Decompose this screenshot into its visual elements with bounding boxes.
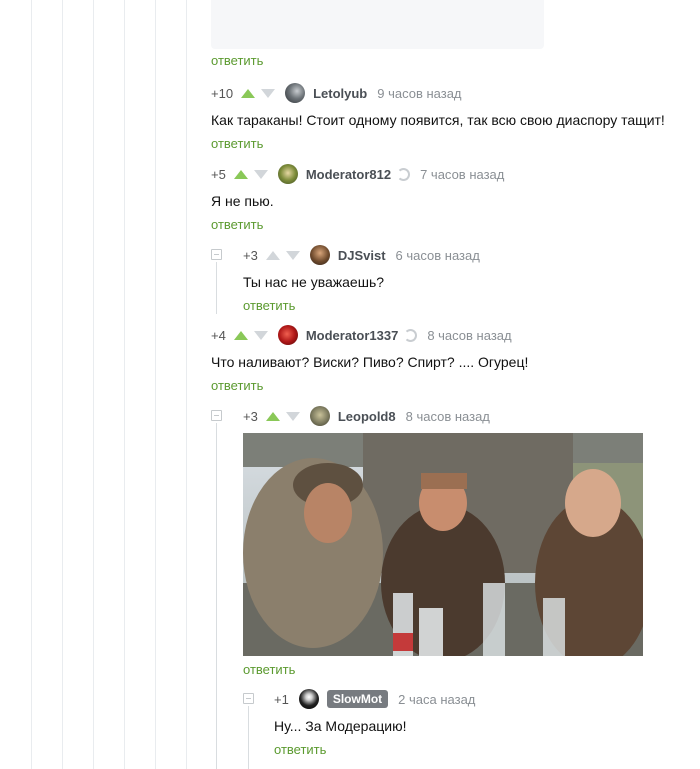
comment-header: +4 Moderator1337 8 часов назад	[211, 324, 528, 346]
comment-text: Ты нас не уважаешь?	[243, 274, 385, 290]
arrow-up-icon[interactable]	[241, 88, 256, 98]
arrow-up-icon[interactable]	[233, 330, 248, 340]
thread-guide-line	[124, 0, 125, 769]
reply-link[interactable]: ответить	[243, 662, 643, 680]
avatar[interactable]	[285, 83, 306, 103]
comment-time[interactable]: 6 часов назад	[396, 248, 480, 263]
comment-time[interactable]: 8 часов назад	[427, 328, 511, 343]
thread-guide-line	[155, 0, 156, 769]
comment-time[interactable]: 7 часов назад	[420, 167, 504, 182]
arrow-down-icon[interactable]	[253, 169, 268, 179]
username[interactable]: Moderator812	[306, 167, 391, 182]
comment-header: +10 Letolyub 9 часов назад	[211, 82, 665, 104]
minus-square-icon[interactable]	[211, 410, 222, 421]
username[interactable]: Leopold8	[338, 409, 396, 424]
reply-link[interactable]: ответить	[274, 742, 475, 760]
comment-rating: +3	[243, 408, 258, 424]
comment-header: +3 DJSvist 6 часов назад	[243, 244, 480, 266]
thread-line	[216, 423, 217, 769]
comment-4: +4 Moderator1337 8 часов назад Что налив…	[211, 324, 528, 396]
comment-text: Что наливают? Виски? Пиво? Спирт? .... О…	[211, 354, 529, 370]
previous-comment-image	[211, 0, 544, 49]
thread-line	[248, 706, 249, 769]
username[interactable]: Letolyub	[313, 86, 367, 101]
thread-guide-line	[93, 0, 94, 769]
minus-square-icon[interactable]	[243, 693, 254, 704]
comment-6: +1 SlowMot 2 часа назад Ну... За Модерац…	[274, 688, 475, 760]
comment-text: Я не пью.	[211, 193, 274, 209]
comment-text: Ну... За Модерацию!	[274, 718, 407, 734]
arrow-down-icon[interactable]	[261, 88, 276, 98]
comment-5: +3 Leopold8 8 часов назад ответить	[243, 405, 643, 680]
moderator-badge-icon	[397, 167, 411, 181]
comment-text: Как тараканы! Стоит одному появится, так…	[211, 112, 665, 128]
comment-header: +1 SlowMot 2 часа назад	[274, 688, 475, 710]
comment-0: ответить	[211, 53, 263, 71]
comment-3: +3 DJSvist 6 часов назад Ты нас не уважа…	[243, 244, 480, 316]
comment-2: +5 Moderator812 7 часов назад Я не пью. …	[211, 163, 504, 235]
thread-line	[216, 262, 217, 314]
username[interactable]: Moderator1337	[306, 328, 398, 343]
arrow-up-icon[interactable]	[233, 169, 248, 179]
username[interactable]: DJSvist	[338, 248, 386, 263]
thread-guide-line	[186, 0, 187, 769]
comment-rating: +4	[211, 327, 226, 343]
thread-guide-line	[62, 0, 63, 769]
moderator-badge-icon	[404, 328, 418, 342]
comment-1: +10 Letolyub 9 часов назад Как тараканы!…	[211, 82, 665, 154]
thread-guide-line	[31, 0, 32, 769]
username[interactable]: SlowMot	[326, 690, 389, 708]
arrow-down-icon[interactable]	[253, 330, 268, 340]
avatar[interactable]	[277, 164, 298, 184]
comment-time[interactable]: 9 часов назад	[377, 86, 461, 101]
reply-link[interactable]: ответить	[243, 298, 480, 316]
arrow-up-icon[interactable]	[265, 250, 280, 260]
reply-link[interactable]: ответить	[211, 53, 263, 71]
avatar[interactable]	[277, 325, 298, 345]
comment-header: +3 Leopold8 8 часов назад	[243, 405, 643, 427]
arrow-down-icon[interactable]	[285, 411, 300, 421]
arrow-down-icon[interactable]	[285, 250, 300, 260]
minus-square-icon[interactable]	[211, 249, 222, 260]
avatar[interactable]	[309, 406, 330, 426]
comment-rating: +3	[243, 247, 258, 263]
comment-header: +5 Moderator812 7 часов назад	[211, 163, 504, 185]
comment-rating: +1	[274, 691, 289, 707]
reply-link[interactable]: ответить	[211, 217, 504, 235]
avatar[interactable]	[309, 245, 330, 265]
reply-link[interactable]: ответить	[211, 378, 528, 396]
reply-link[interactable]: ответить	[211, 136, 665, 154]
comment-photo[interactable]	[243, 433, 643, 656]
avatar[interactable]	[298, 689, 319, 709]
arrow-up-icon[interactable]	[265, 411, 280, 421]
comment-time[interactable]: 2 часа назад	[398, 692, 475, 707]
comment-rating: +5	[211, 166, 226, 182]
comment-time[interactable]: 8 часов назад	[406, 409, 490, 424]
comment-rating: +10	[211, 85, 234, 101]
